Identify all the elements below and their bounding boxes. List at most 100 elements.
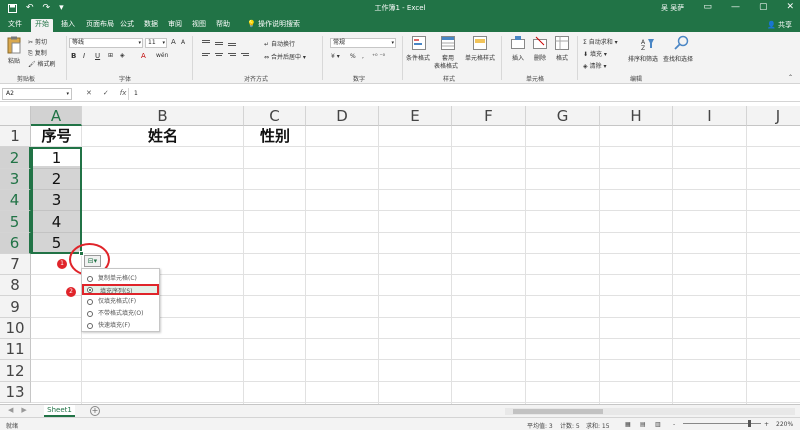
number-format-select[interactable]: 常规 ▾ [330, 38, 396, 48]
borders-icon[interactable]: ⊞ [108, 52, 113, 59]
column-header-B[interactable]: B [82, 106, 244, 126]
grow-font-icon[interactable]: A [171, 38, 176, 46]
formula-input[interactable]: 1 [128, 88, 796, 100]
name-box[interactable]: A2 ▾ [2, 88, 72, 100]
vertical-align-icons[interactable] [202, 40, 238, 46]
column-header-A[interactable]: A [31, 106, 82, 126]
tab-data[interactable]: 数据 [140, 19, 162, 32]
underline-button[interactable]: U [95, 52, 100, 60]
minimize-icon[interactable]: — [731, 2, 740, 12]
menu-item-fill-formatting-only[interactable]: 仅填充格式(F) [82, 296, 159, 307]
horizontal-align-icons[interactable] [202, 53, 252, 59]
menu-item-copy-cells[interactable]: 复制单元格(C) [82, 273, 159, 284]
insert-cells-icon[interactable] [511, 36, 525, 50]
row-header-7[interactable]: 7 [0, 254, 31, 275]
clear-button[interactable]: ◈ 清除 ▾ [583, 61, 606, 70]
prev-sheet-icon[interactable]: ◀ [8, 406, 13, 414]
cell-C1[interactable]: 性别 [244, 126, 306, 147]
column-header-I[interactable]: I [673, 106, 747, 126]
horizontal-scrollbar[interactable] [505, 408, 795, 415]
zoom-level[interactable]: 220% [776, 421, 793, 428]
paste-label[interactable]: 粘贴 [8, 56, 20, 65]
row-header-11[interactable]: 11 [0, 339, 31, 360]
format-label[interactable]: 格式 [556, 53, 568, 62]
tab-view[interactable]: 视图 [188, 19, 210, 32]
sort-filter-icon[interactable]: AZ [641, 37, 655, 51]
collapse-ribbon-icon[interactable]: ⌃ [788, 74, 793, 81]
page-layout-view-icon[interactable]: ▤ [640, 421, 646, 428]
conditional-format-label[interactable]: 条件格式 [406, 53, 430, 62]
bold-button[interactable]: B [71, 52, 76, 60]
merge-center-button[interactable]: ⇔ 合并后居中 ▾ [264, 52, 306, 61]
row-header-8[interactable]: 8 [0, 275, 31, 296]
tab-file[interactable]: 文件 [4, 19, 26, 32]
cell-styles-label[interactable]: 单元格样式 [465, 53, 495, 62]
close-icon[interactable]: ✕ [786, 2, 794, 12]
row-header-3[interactable]: 3 [0, 169, 31, 190]
tell-me-search[interactable]: 💡 操作说明搜索 [243, 19, 304, 32]
page-break-view-icon[interactable]: ▥ [655, 421, 661, 428]
row-header-13[interactable]: 13 [0, 382, 31, 403]
italic-button[interactable]: I [83, 52, 85, 60]
column-header-G[interactable]: G [526, 106, 600, 126]
font-size-select[interactable]: 11 ▾ [145, 38, 167, 48]
tab-help[interactable]: 帮助 [212, 19, 234, 32]
cut-button[interactable]: ✂ 剪切 [28, 37, 47, 46]
column-header-E[interactable]: E [379, 106, 452, 126]
fill-button[interactable]: ⬇ 填充 ▾ [583, 49, 607, 58]
sort-filter-label[interactable]: 排序和筛选 [628, 54, 658, 63]
row-header-1[interactable]: 1 [0, 126, 31, 147]
tab-insert[interactable]: 插入 [57, 19, 79, 32]
normal-view-icon[interactable]: ▦ [625, 421, 631, 428]
zoom-in-button[interactable]: + [764, 421, 769, 428]
insert-label[interactable]: 插入 [512, 53, 524, 62]
percent-button[interactable]: % [350, 53, 356, 60]
copy-button[interactable]: ⎘ 复制 [28, 48, 47, 58]
paste-icon[interactable] [7, 36, 21, 54]
format-painter-button[interactable]: 🖌 格式刷 [28, 59, 56, 68]
share-button[interactable]: 👤 共享 [767, 20, 792, 30]
menu-item-flash-fill[interactable]: 快速填充(F) [82, 320, 159, 331]
row-header-4[interactable]: 4 [0, 190, 31, 211]
tab-formulas[interactable]: 公式 [116, 19, 138, 32]
cancel-icon[interactable]: ✕ [86, 89, 92, 97]
row-header-5[interactable]: 5 [0, 211, 31, 233]
row-header-10[interactable]: 10 [0, 318, 31, 339]
column-header-J[interactable]: J [747, 106, 800, 126]
tab-home[interactable]: 开始 [31, 19, 53, 32]
cell-A2[interactable]: 1 [31, 147, 82, 169]
autosum-button[interactable]: Σ 自动求和 ▾ [583, 37, 618, 46]
decimal-icons[interactable]: ⁺⁰ ⁻⁰ [372, 53, 385, 60]
cell-B1[interactable]: 姓名 [82, 126, 244, 147]
row-header-12[interactable]: 12 [0, 360, 31, 382]
cell-A5[interactable]: 4 [31, 211, 82, 233]
row-header-6[interactable]: 6 [0, 233, 31, 254]
menu-item-fill-without-formatting[interactable]: 不带格式填充(O) [82, 308, 159, 319]
sheet-tab-sheet1[interactable]: Sheet1 [44, 405, 75, 417]
cell-A1[interactable]: 序号 [31, 126, 82, 147]
enter-icon[interactable]: ✓ [103, 89, 109, 97]
maximize-icon[interactable]: ▢ [759, 2, 768, 12]
ribbon-display-options-icon[interactable]: ▭ [703, 2, 712, 12]
font-name-select[interactable]: 等线 ▾ [69, 38, 143, 48]
tab-review[interactable]: 审阅 [164, 19, 186, 32]
cell-styles-icon[interactable] [473, 36, 487, 50]
column-header-F[interactable]: F [452, 106, 526, 126]
phonetic-icon[interactable]: wén [156, 52, 168, 59]
add-sheet-icon[interactable]: + [90, 406, 100, 416]
column-header-H[interactable]: H [600, 106, 673, 126]
cell-A3[interactable]: 2 [31, 169, 82, 190]
find-select-icon[interactable] [674, 35, 689, 50]
cell-A4[interactable]: 3 [31, 190, 82, 211]
shrink-font-icon[interactable]: A [181, 39, 185, 46]
column-header-D[interactable]: D [306, 106, 379, 126]
currency-icon[interactable]: ¥ ▾ [331, 53, 340, 60]
scrollbar-thumb[interactable] [513, 409, 603, 414]
row-header-9[interactable]: 9 [0, 296, 31, 318]
delete-label[interactable]: 删除 [534, 53, 546, 62]
user-name[interactable]: 吴 吴萨 [661, 3, 684, 13]
row-header-2[interactable]: 2 [0, 147, 31, 169]
wrap-text-button[interactable]: ↵ 自动换行 [264, 39, 295, 48]
tab-page-layout[interactable]: 页面布局 [82, 19, 118, 32]
worksheet-grid[interactable]: ABCDEFGHIJ 1 2 3 4 5 6 7 8 9 10 11 12 13 序号 姓名 性别 12… [0, 106, 800, 404]
